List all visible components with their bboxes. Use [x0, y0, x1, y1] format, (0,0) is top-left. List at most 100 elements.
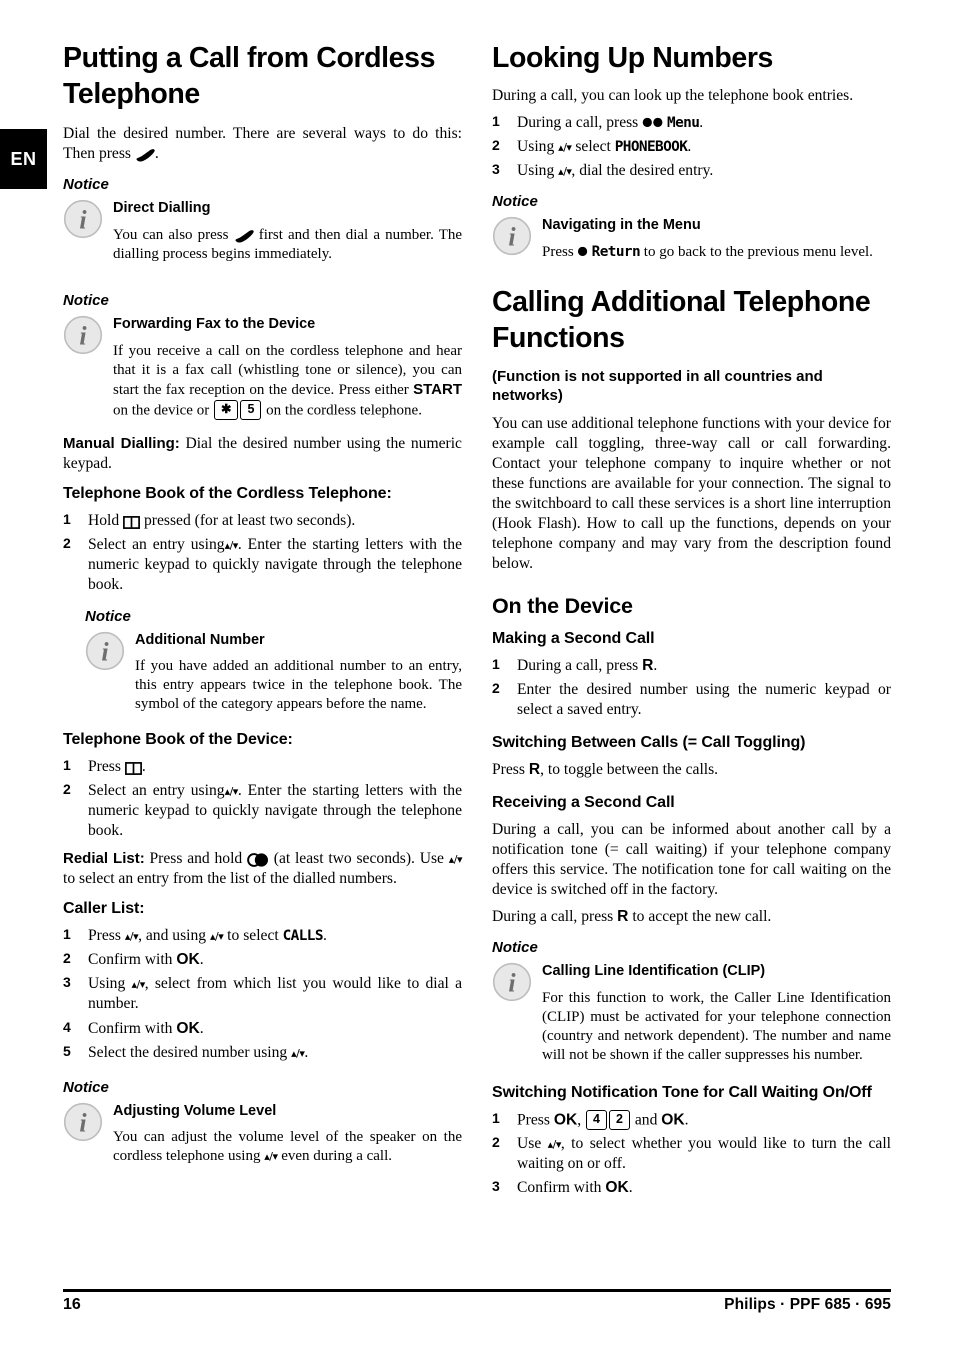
up-down-nav-icon: ▴/▾: [291, 1046, 305, 1060]
r-key-label: R: [642, 656, 654, 674]
star-key-icon: ✱: [213, 399, 239, 421]
list-item: 2 Select an entry using▴/▾. Enter the st…: [63, 535, 462, 594]
receiving-paragraph-2: During a call, press R to accept the new…: [492, 908, 772, 926]
info-circle-icon: i: [63, 315, 103, 355]
caller-list-heading: Caller List:: [63, 900, 145, 918]
up-down-nav-icon: ▴/▾: [448, 853, 463, 867]
section-heading-on-the-device: On the Device: [492, 594, 633, 619]
ok-key-label: OK: [553, 1111, 578, 1129]
device-book-heading: Telephone Book of the Device:: [63, 731, 293, 749]
notice-text: Press ● Return to go back to the previou…: [542, 243, 873, 260]
up-down-nav-icon: ▴/▾: [264, 1149, 278, 1163]
lcd-display-text: CALLS: [282, 928, 324, 945]
list-item: 2 Enter the desired number using the num…: [492, 679, 891, 718]
list-item: 1 During a call, press ●● Menu.: [492, 113, 704, 132]
subheading-not-supported: (Function is not supported in all countr…: [492, 368, 823, 405]
receiving-paragraph-1: During a call, you can be informed about…: [492, 820, 891, 899]
page-title: Putting a Call from Cordless Telephone: [63, 42, 436, 111]
notice-title: Additional Number: [135, 631, 265, 648]
heading-switching-calls: Switching Between Calls (= Call Toggling…: [492, 733, 806, 751]
caller-list-steps: 1 Press ▴/▾, and using ▴/▾ to select CAL…: [63, 926, 462, 1062]
intro-paragraph: Dial the desired number. There are sever…: [63, 125, 462, 164]
up-down-nav-icon: ▴/▾: [224, 539, 239, 553]
five-key-icon: 5: [240, 399, 262, 421]
up-down-nav-icon: ▴/▾: [224, 785, 239, 798]
phone-handset-icon: [135, 148, 155, 164]
list-item: 2 Select an entry using▴/▾. Enter the st…: [63, 781, 462, 840]
manual-dialling-label: Manual Dialling:: [63, 435, 180, 453]
up-down-nav-icon: ▴/▾: [547, 1138, 562, 1152]
notice-title: Direct Dialling: [113, 200, 211, 217]
up-down-nav-icon: ▴/▾: [131, 978, 145, 992]
soft-key-dots-icon: ●●: [642, 114, 664, 129]
redial-list-paragraph: Redial List: Press and hold (at least tw…: [63, 850, 463, 888]
list-item: 3 Confirm with OK.: [492, 1178, 633, 1197]
r-key-label: R: [528, 760, 541, 778]
up-down-nav-icon: ▴/▾: [558, 165, 572, 179]
lcd-display-text: PHONEBOOK: [614, 139, 688, 156]
notice-text: If you have added an additional number t…: [135, 658, 462, 713]
right-column: Looking Up Numbers During a call, you ca…: [492, 40, 891, 1295]
lcd-display-text: Menu: [667, 115, 700, 132]
notice-navigating-menu: i Navigating in the Menu Press ● Return …: [492, 214, 891, 262]
notice-title: Forwarding Fax to the Device: [113, 316, 316, 333]
list-item: 4 Confirm with OK.: [63, 1018, 204, 1037]
four-key-icon: 4: [586, 1109, 607, 1131]
left-column: Putting a Call from Cordless Telephone D…: [63, 40, 463, 1295]
list-item: 1 Press OK, 42 and OK.: [492, 1109, 689, 1131]
notice-text: You can adjust the volume level of the s…: [113, 1129, 462, 1165]
page-number: 16: [63, 1296, 81, 1313]
notice-forwarding-fax: i Forwarding Fax to the Device If you re…: [63, 313, 463, 421]
notice-direct-dialling: i Direct Dialling You can also press fir…: [63, 197, 462, 264]
notice-additional-number: i Additional Number If you have added an…: [85, 629, 462, 715]
list-item: 2 Use ▴/▾, to select whether you would l…: [492, 1134, 892, 1173]
list-item: 5 Select the desired number using ▴/▾.: [63, 1042, 309, 1061]
section-heading-calling-additional: Calling Additional Telephone Functions: [492, 285, 871, 355]
switching-notification-steps: 1 Press OK, 42 and OK. 2 Use ▴/▾, to sel…: [492, 1109, 892, 1199]
svg-text:i: i: [79, 322, 87, 351]
notice-title: Adjusting Volume Level: [113, 1102, 277, 1119]
list-item: 1 During a call, press R.: [492, 655, 658, 674]
list-item: 2 Using ▴/▾ select PHONEBOOK.: [492, 137, 692, 156]
list-item: 1 Press ▴/▾, and using ▴/▾ to select CAL…: [63, 926, 327, 945]
notice-label: Notice: [63, 176, 109, 194]
additional-functions-intro: You can use additional telephone functio…: [492, 414, 891, 572]
cordless-book-heading: Telephone Book of the Cordless Telephone…: [63, 485, 392, 503]
phone-handset-icon: [234, 229, 254, 245]
device-book-steps: 1 Press . 2 Select an entry using▴/▾. En…: [63, 757, 462, 841]
lcd-display-text: Return: [591, 243, 641, 260]
ok-key-label: OK: [176, 1019, 200, 1037]
notice-label: Notice: [85, 607, 131, 625]
list-item: 1 Hold pressed (for at least two seconds…: [63, 511, 356, 530]
notice-title: Navigating in the Menu: [542, 217, 701, 234]
r-key-label: R: [617, 908, 629, 926]
switching-calls-text: Press R, to toggle between the calls.: [492, 760, 719, 778]
heading-receiving-second-call: Receiving a Second Call: [492, 793, 675, 811]
making-second-call-steps: 1 During a call, press R. 2 Enter the de…: [492, 656, 891, 720]
notice-text: If you receive a call on the cordless te…: [113, 342, 463, 421]
soft-key-dot-icon: ●: [577, 243, 588, 258]
up-down-nav-icon: ▴/▾: [124, 930, 139, 944]
list-item: 3 Using ▴/▾, dial the desired entry.: [492, 161, 714, 180]
info-circle-icon: i: [492, 962, 532, 1002]
redial-list-label: Redial List:: [63, 850, 145, 868]
ok-key-label: OK: [605, 1179, 629, 1197]
notice-text: For this function to work, the Caller Li…: [542, 989, 891, 1063]
heading-switching-notification: Switching Notification Tone for Call Wai…: [492, 1083, 872, 1101]
svg-text:i: i: [508, 969, 516, 998]
list-item: 3 Using ▴/▾, select from which list you …: [63, 974, 462, 1013]
notice-label: Notice: [492, 193, 538, 211]
notice-title: Calling Line Identification (CLIP): [542, 963, 766, 980]
looking-up-steps: 1 During a call, press ●● Menu. 2 Using …: [492, 113, 891, 181]
svg-text:i: i: [79, 1108, 87, 1137]
ok-key-label: OK: [661, 1111, 685, 1129]
ok-key-label: OK: [176, 951, 200, 969]
up-down-nav-icon: ▴/▾: [558, 141, 572, 155]
cordless-book-steps: 1 Hold pressed (for at least two seconds…: [63, 511, 462, 595]
list-item: 2 Confirm with OK.: [63, 950, 204, 969]
page-footer: 16 Philips · PPF 685 · 695: [63, 1289, 891, 1314]
notice-adjusting-volume: i Adjusting Volume Level You can adjust …: [63, 1100, 462, 1167]
info-circle-icon: i: [63, 199, 103, 239]
svg-text:i: i: [508, 223, 516, 252]
notice-label: Notice: [63, 1078, 109, 1096]
